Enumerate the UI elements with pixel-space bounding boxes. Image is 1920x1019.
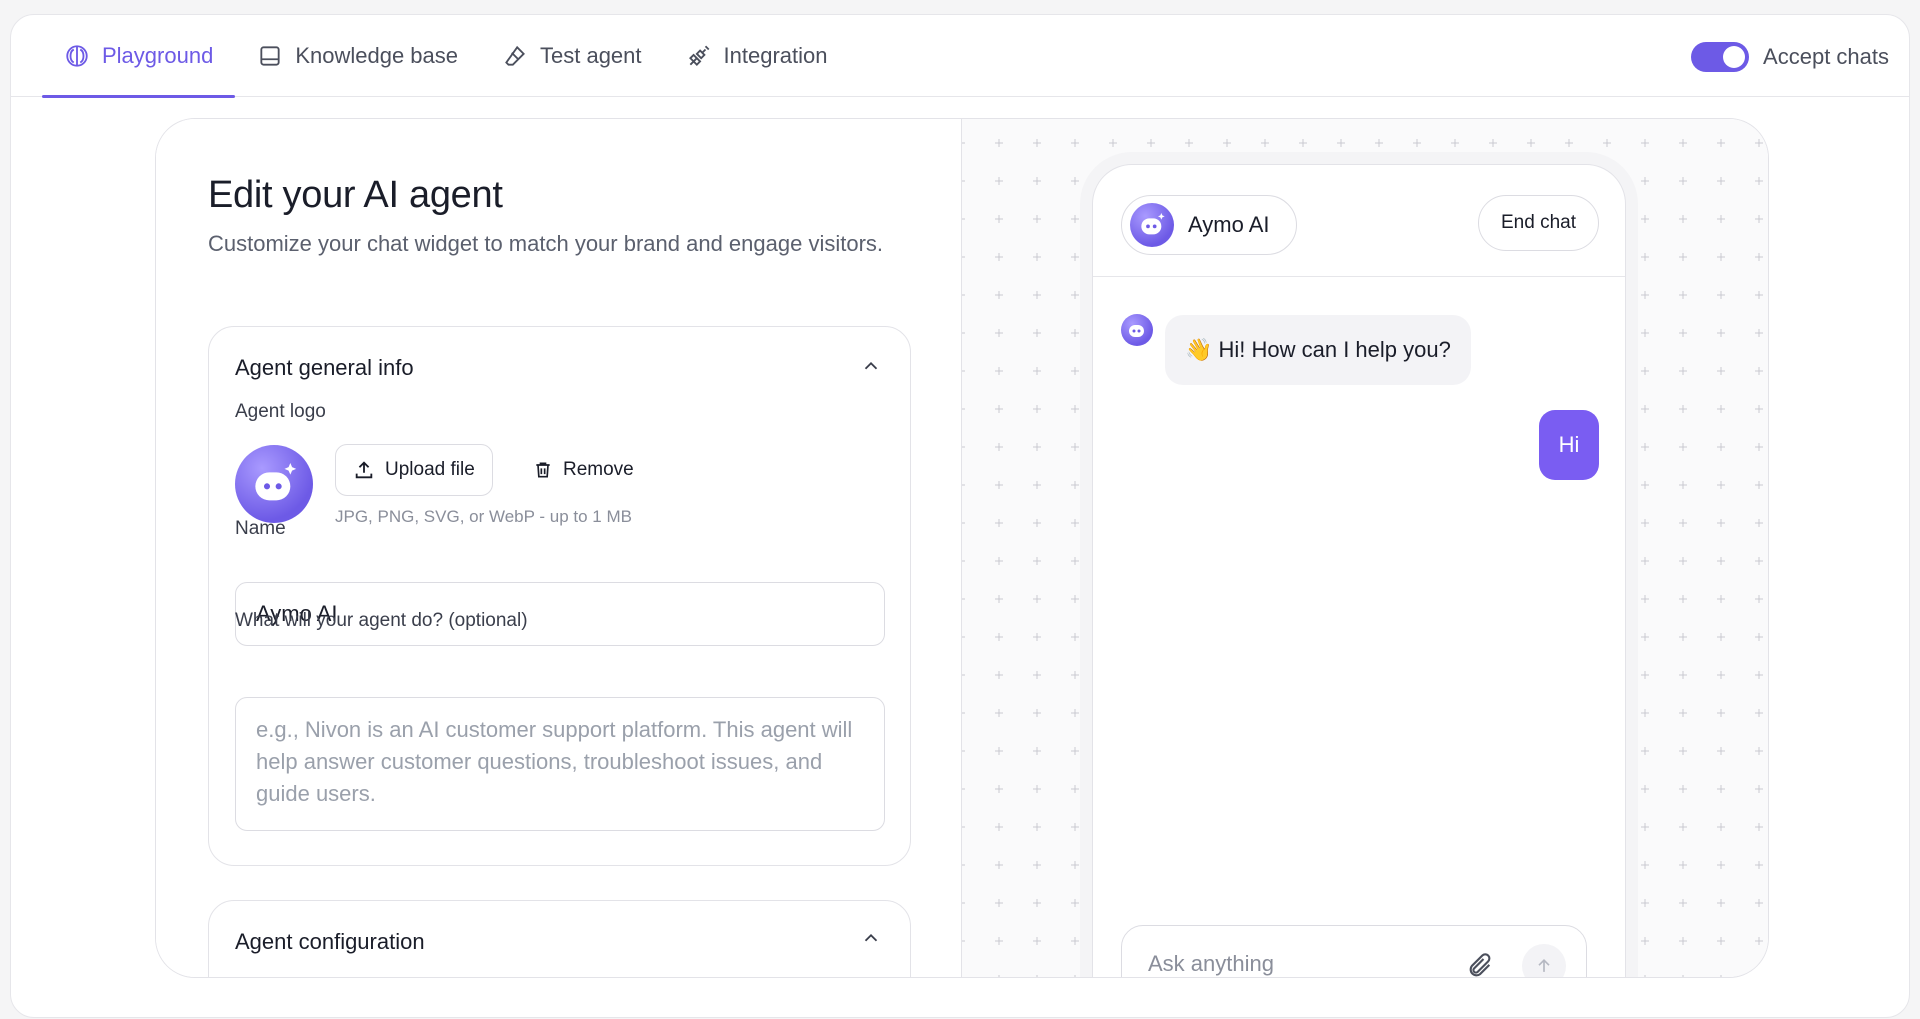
accept-chats: Accept chats <box>1691 42 1889 72</box>
tab-bar: Playground Knowledge base Test agent Int… <box>42 15 850 98</box>
top-navigation: Playground Knowledge base Test agent Int… <box>11 15 1909 98</box>
agent-badge: Aymo AI <box>1121 195 1297 255</box>
bot-avatar <box>1121 314 1153 346</box>
page-title: Edit your AI agent <box>208 174 503 216</box>
tab-playground[interactable]: Playground <box>42 15 236 98</box>
chat-preview: Aymo AI End chat 👋 Hi! How can I help yo… <box>961 119 1768 978</box>
editor-form: Edit your AI agent Customize your chat w… <box>156 119 961 977</box>
chat-header: Aymo AI End chat <box>1093 165 1625 277</box>
section-heading: Agent general info <box>235 355 414 380</box>
paperclip-icon[interactable] <box>1466 952 1494 978</box>
remove-label: Remove <box>563 459 634 480</box>
tab-label: Playground <box>102 43 214 68</box>
accept-chats-toggle[interactable] <box>1691 42 1750 72</box>
accept-chats-label: Accept chats <box>1763 44 1889 69</box>
logo-label: Agent logo <box>235 401 326 422</box>
agent-avatar <box>1130 203 1174 247</box>
eraser-icon <box>502 43 528 69</box>
end-chat-button[interactable]: End chat <box>1478 195 1599 251</box>
agent-logo <box>235 445 313 523</box>
tab-label: Knowledge base <box>295 43 458 68</box>
chevron-up-icon[interactable] <box>860 355 882 377</box>
bot-message: 👋 Hi! How can I help you? <box>1165 315 1471 385</box>
book-icon <box>257 43 283 69</box>
description-textarea[interactable]: e.g., Nivon is an AI customer support pl… <box>235 697 885 831</box>
message-composer[interactable]: Ask anything <box>1121 925 1587 978</box>
robot-face-icon <box>255 463 297 501</box>
description-label: What will your agent do? (optional) <box>235 610 528 631</box>
plug-icon <box>686 43 712 69</box>
general-info-card: Agent general info Agent logo Upload fil… <box>208 326 911 866</box>
chat-widget: Aymo AI End chat 👋 Hi! How can I help yo… <box>1092 164 1626 978</box>
robot-face-icon <box>1141 213 1165 235</box>
agent-name: Aymo AI <box>1188 212 1270 237</box>
name-label: Name <box>235 518 286 539</box>
section-heading: Agent configuration <box>235 929 425 954</box>
upload-icon <box>355 461 373 479</box>
editor-panel: Edit your AI agent Customize your chat w… <box>155 118 1769 978</box>
app-window: Playground Knowledge base Test agent Int… <box>10 14 1910 1018</box>
remove-logo-button[interactable]: Remove <box>525 444 642 496</box>
composer-placeholder: Ask anything <box>1148 951 1274 976</box>
user-message: Hi <box>1539 410 1599 480</box>
tab-test-agent[interactable]: Test agent <box>480 15 664 97</box>
arrow-up-icon <box>1538 958 1550 972</box>
brain-icon <box>64 43 90 69</box>
tab-integration[interactable]: Integration <box>664 15 850 97</box>
upload-label: Upload file <box>385 459 475 480</box>
page-subtitle: Customize your chat widget to match your… <box>208 231 884 256</box>
tab-label: Integration <box>723 43 828 68</box>
upload-file-button[interactable]: Upload file <box>335 444 493 496</box>
file-hint: JPG, PNG, SVG, or WebP - up to 1 MB <box>335 507 632 526</box>
send-button[interactable] <box>1522 944 1566 977</box>
tab-knowledge-base[interactable]: Knowledge base <box>235 15 480 97</box>
trash-icon <box>536 462 550 478</box>
configuration-card: Agent configuration <box>208 900 911 977</box>
chevron-up-icon[interactable] <box>860 927 882 949</box>
tab-label: Test agent <box>540 43 642 68</box>
robot-face-icon <box>1129 325 1144 337</box>
